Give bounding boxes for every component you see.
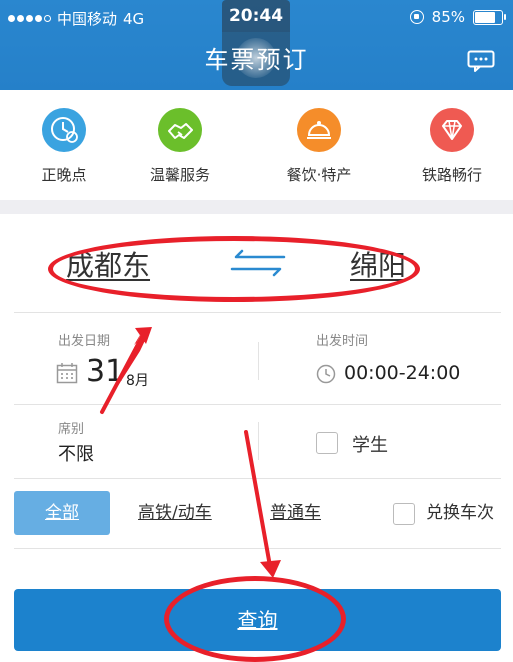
date-label: 出发日期	[58, 334, 111, 349]
student-checkbox[interactable]	[316, 432, 338, 454]
annotation-circle-route	[48, 236, 420, 302]
rotation-lock-icon	[409, 10, 424, 24]
page-title: 车票预订	[204, 46, 309, 74]
divider-line	[14, 312, 501, 313]
vertical-divider	[258, 422, 259, 460]
quick-action-label: 温馨服务	[149, 166, 210, 184]
status-bar: 中国移动 4G 20:44 85%	[0, 0, 513, 32]
quick-action-railway-pass[interactable]: 铁路畅行	[397, 108, 507, 185]
status-right: 85%	[409, 8, 506, 26]
transfer-checkbox[interactable]	[393, 503, 415, 525]
quick-action-food[interactable]: 餐饮·特产	[264, 108, 374, 185]
departure-date-month[interactable]: 8月	[126, 370, 149, 390]
network-type: 4G	[123, 9, 145, 28]
annotation-circle-button	[164, 576, 346, 662]
clock-small-icon	[316, 364, 336, 384]
seat-label: 席别	[58, 422, 85, 437]
signal-icon	[8, 15, 51, 22]
time-label: 出发时间	[316, 334, 369, 349]
food-cover-icon	[297, 108, 341, 152]
filter-all[interactable]: 全部	[14, 491, 110, 535]
quick-action-delay[interactable]: 正晚点	[9, 108, 119, 185]
calendar-icon	[56, 363, 78, 384]
carrier-info: 中国移动 4G	[8, 8, 144, 29]
student-label: 学生	[352, 435, 388, 456]
departure-time-range[interactable]: 00:00-24:00	[344, 362, 460, 384]
quick-action-label: 正晚点	[41, 166, 87, 184]
route-selector: 成都东 绵阳	[0, 214, 513, 314]
message-icon[interactable]	[467, 50, 495, 72]
quick-actions: 正晚点 温馨服务 餐饮·特产 铁路畅行	[0, 90, 513, 200]
vertical-divider	[258, 342, 259, 380]
status-time: 20:44	[222, 0, 290, 32]
divider-line	[14, 478, 501, 479]
battery-percent: 85%	[431, 8, 465, 26]
diamond-icon	[430, 108, 474, 152]
departure-date-day[interactable]: 31	[86, 354, 124, 389]
transfer-label: 兑换车次	[426, 503, 494, 523]
filter-normal[interactable]: 普通车	[270, 491, 321, 535]
quick-action-label: 餐饮·特产	[286, 166, 352, 184]
quick-action-service[interactable]: 温馨服务	[125, 108, 235, 185]
divider-line	[14, 548, 501, 549]
clock-icon	[42, 108, 86, 152]
filter-high-speed[interactable]: 高铁/动车	[138, 491, 212, 535]
quick-action-label: 铁路畅行	[421, 166, 482, 184]
divider-line	[14, 404, 501, 405]
carrier-name: 中国移动	[57, 10, 118, 28]
section-divider	[0, 200, 513, 214]
handshake-icon	[158, 108, 202, 152]
battery-icon	[473, 9, 506, 25]
seat-value[interactable]: 不限	[58, 440, 94, 466]
